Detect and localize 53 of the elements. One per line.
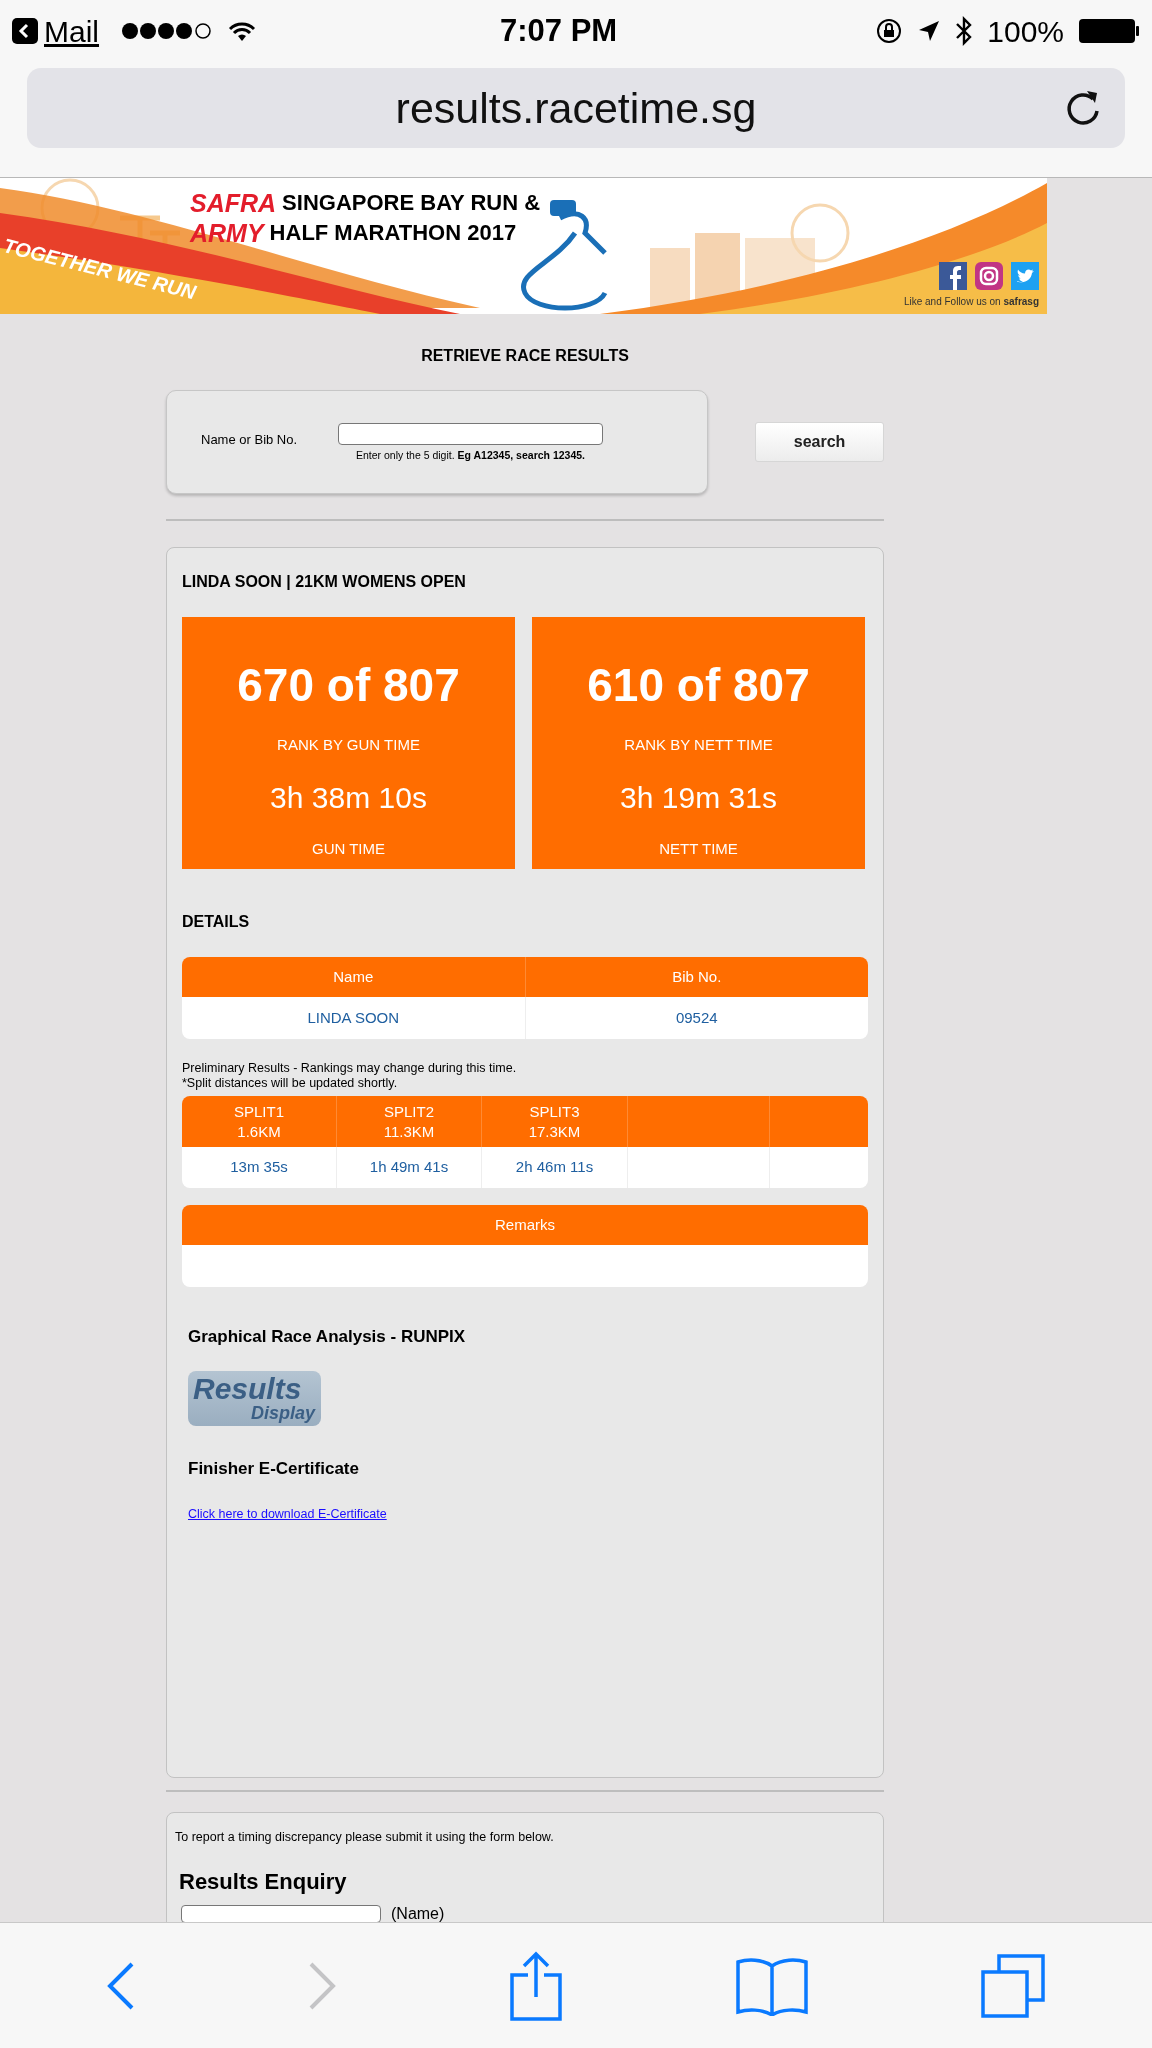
rank-label: RANK BY GUN TIME (277, 735, 420, 755)
certificate-link[interactable]: Click here to download E-Certificate (188, 1505, 387, 1524)
back-app-link[interactable]: Mail (44, 8, 99, 54)
clock-time: 7:07 PM (500, 11, 618, 50)
share-icon[interactable] (507, 1950, 564, 2021)
table-cell-text: LINDA SOON (306, 1007, 401, 1028)
search-button[interactable]: search (755, 422, 884, 462)
column-header: Name (332, 966, 375, 987)
rotation-lock-icon (875, 17, 904, 45)
result-title: LINDA SOON | 21KM WOMENS OPEN (182, 572, 467, 592)
bookmarks-icon[interactable] (735, 1955, 810, 2016)
tabs-icon[interactable] (980, 1952, 1047, 2019)
section-heading: Finisher E-Certificate (188, 1457, 360, 1480)
rank-value: 610 of 807 (587, 658, 810, 713)
banner-title-brand: ARMY (190, 218, 264, 248)
split-time: 2h 46m 11s (482, 1147, 628, 1188)
section-heading: DETAILS (182, 912, 251, 932)
section-heading: Graphical Race Analysis - RUNPIX (188, 1326, 467, 1348)
split-time: 13m 35s (182, 1147, 337, 1188)
wifi-icon (227, 20, 257, 42)
section-heading: RETRIEVE RACE RESULTS (420, 346, 630, 366)
note-text: *Split distances will be updated shortly. (182, 1076, 399, 1091)
location-arrow-icon (917, 19, 942, 43)
rank-value: 670 of 807 (237, 658, 460, 713)
time-label: GUN TIME (311, 838, 386, 859)
twitter-icon[interactable] (1011, 262, 1039, 290)
banner-title: SINGAPORE BAY RUN & (282, 189, 541, 217)
banner-title: HALF MARATHON 2017 (269, 219, 517, 247)
name-field[interactable] (181, 1904, 381, 1923)
bluetooth-icon (955, 16, 974, 46)
battery-icon (1078, 18, 1140, 44)
signal-icon (121, 22, 213, 40)
time-value: 3h 38m 10s (270, 779, 427, 816)
field-hint: Enter only the 5 digit. Eg A12345, search 12345. (356, 448, 585, 463)
name-or-bib-field[interactable] (338, 423, 603, 445)
facebook-icon[interactable] (939, 262, 967, 290)
follow-text: Like and Follow us on safrasg (903, 295, 1039, 309)
enquiry-heading: Results Enquiry (179, 1867, 348, 1896)
banner-title-brand: SAFRA (190, 188, 277, 218)
address-bar[interactable]: results.racetime.sg (27, 68, 1125, 148)
battery-percent: 100% (987, 13, 1064, 50)
rank-label: RANK BY NETT TIME (624, 735, 773, 755)
table-cell: 09524 (524, 997, 868, 1039)
note-text: Preliminary Results - Rankings may change during this time. (182, 1061, 518, 1076)
column-header: Remarks (182, 1205, 868, 1245)
split-time: 1h 49m 41s (337, 1147, 482, 1188)
field-label: (Name) (391, 1903, 445, 1924)
enquiry-note: To report a timing discrepancy please submit it using the form below. (175, 1829, 555, 1846)
back-icon[interactable] (12, 18, 38, 44)
field-label: Name or Bib No. (201, 431, 299, 449)
time-label: NETT TIME (659, 838, 738, 859)
instagram-icon[interactable] (975, 262, 1003, 290)
time-value: 3h 19m 31s (620, 779, 777, 816)
